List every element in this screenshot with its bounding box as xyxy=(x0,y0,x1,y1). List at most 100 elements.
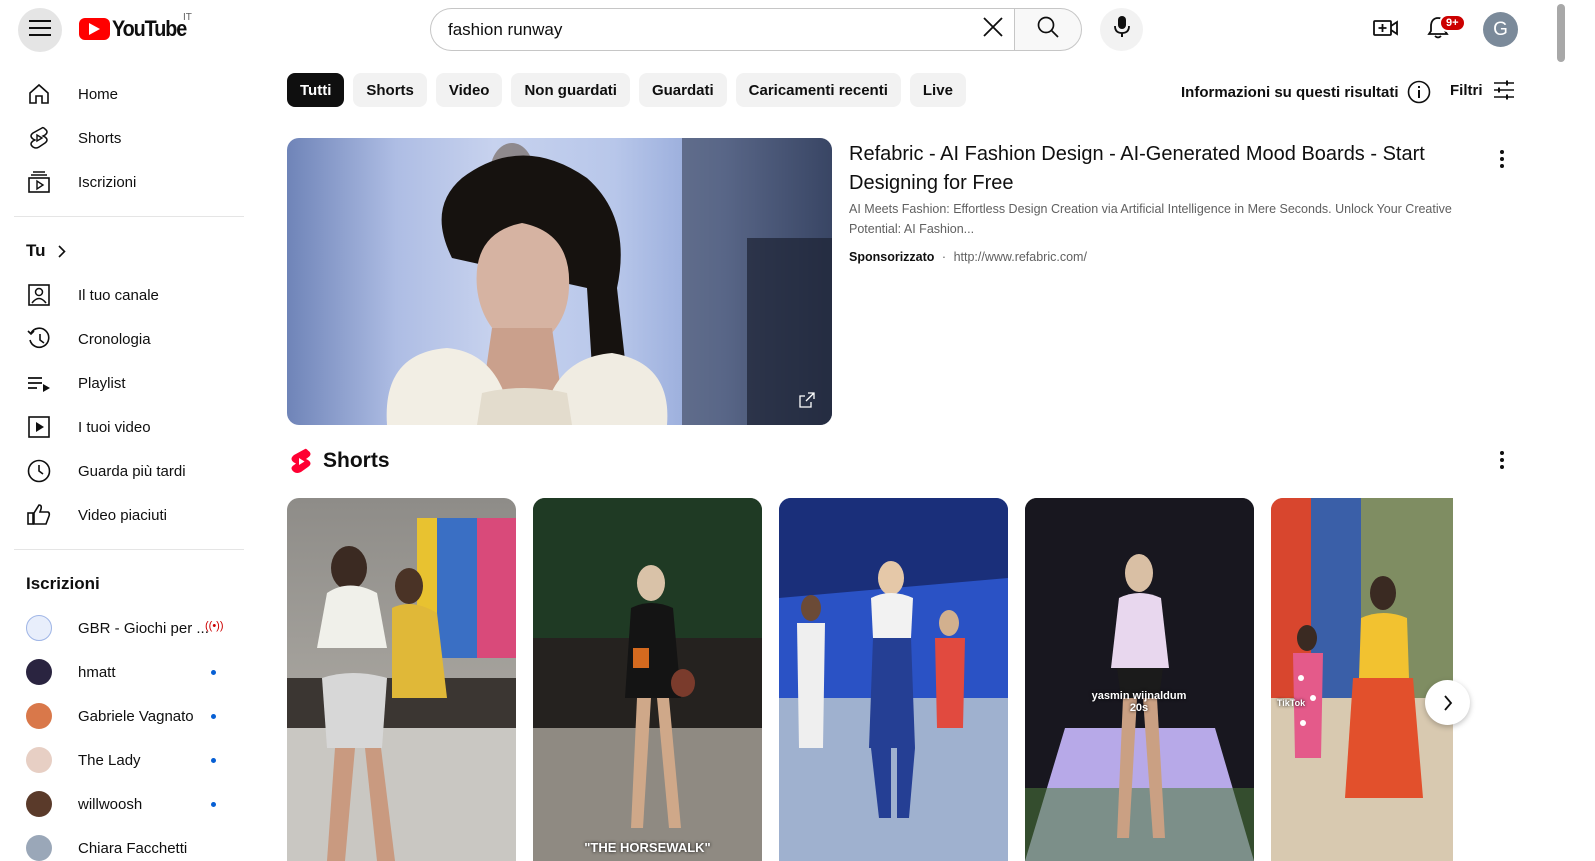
subscription-item[interactable]: Gabriele Vagnato xyxy=(0,694,245,738)
sidebar: Home Shorts Iscrizioni Tu Il tuo canale … xyxy=(0,72,245,861)
chevron-right-icon xyxy=(57,244,66,258)
chip-recently-uploaded[interactable]: Caricamenti recenti xyxy=(735,73,901,107)
external-link-icon xyxy=(799,392,815,413)
subscriptions-section-title: Iscrizioni xyxy=(26,574,100,593)
create-button[interactable] xyxy=(1366,10,1406,50)
menu-button[interactable] xyxy=(18,8,62,52)
short-caption: TikTok xyxy=(1276,698,1306,708)
you-section-link[interactable]: Tu xyxy=(0,229,245,273)
short-caption: yasmin wijnaldum 20s xyxy=(1091,690,1187,714)
sidebar-item-subscriptions[interactable]: Iscrizioni xyxy=(0,160,245,204)
subscription-item[interactable]: The Lady xyxy=(0,738,245,782)
about-results-link[interactable]: Informazioni su questi risultati xyxy=(1181,80,1431,104)
sidebar-item-your-videos[interactable]: I tuoi video xyxy=(0,405,245,449)
short-card[interactable] xyxy=(287,498,516,861)
video-add-icon xyxy=(1373,18,1399,43)
subscription-item[interactable]: hmatt xyxy=(0,650,245,694)
sidebar-item-playlist[interactable]: Playlist xyxy=(0,361,245,405)
youtube-logo[interactable]: YouTube IT xyxy=(79,12,194,42)
home-icon xyxy=(26,81,52,107)
channel-name: The Lady xyxy=(78,751,141,769)
filters-button[interactable]: Filtri xyxy=(1450,80,1515,100)
account-avatar[interactable]: G xyxy=(1483,12,1518,47)
search-input[interactable] xyxy=(448,19,974,40)
sidebar-item-history[interactable]: Cronologia xyxy=(0,317,245,361)
page-scrollbar[interactable] xyxy=(1556,0,1566,861)
live-icon: ((•)) xyxy=(205,620,224,632)
notification-badge: 9+ xyxy=(1439,14,1466,32)
shorts-next-button[interactable] xyxy=(1425,680,1470,725)
chip-video[interactable]: Video xyxy=(435,73,503,107)
country-code: IT xyxy=(183,12,192,23)
channel-name: GBR - Giochi per ... xyxy=(78,619,209,637)
shorts-more-button[interactable] xyxy=(1490,450,1514,474)
sidebar-item-shorts[interactable]: Shorts xyxy=(0,116,245,160)
sidebar-item-liked-videos[interactable]: Video piaciuti xyxy=(0,493,245,537)
sponsored-label: Sponsorizzato xyxy=(849,250,935,264)
sidebar-item-label: Cronologia xyxy=(78,330,151,348)
you-section-title: Tu xyxy=(26,241,46,260)
sidebar-item-your-channel[interactable]: Il tuo canale xyxy=(0,273,245,317)
scrollbar-thumb[interactable] xyxy=(1557,4,1565,62)
short-card[interactable]: yasmin wijnaldum 20s xyxy=(1025,498,1254,861)
short-thumbnail xyxy=(1025,498,1254,861)
new-content-dot xyxy=(211,802,216,807)
short-thumbnail xyxy=(1271,498,1453,861)
channel-avatar xyxy=(26,747,52,773)
playlist-icon xyxy=(26,370,52,396)
short-caption: "THE HORSEWALK" xyxy=(584,840,711,855)
short-card[interactable]: "THE HORSEWALK" xyxy=(533,498,762,861)
new-content-dot xyxy=(211,670,216,675)
youtube-play-icon xyxy=(79,18,110,40)
info-icon xyxy=(1407,80,1431,104)
top-bar: YouTube IT 9+ G xyxy=(0,0,1560,60)
channel-name: Chiara Facchetti xyxy=(78,839,188,857)
channel-avatar xyxy=(26,703,52,729)
shorts-icon xyxy=(26,125,52,151)
subscription-item[interactable]: Chiara Facchetti xyxy=(0,826,245,861)
more-vert-icon xyxy=(1500,149,1504,173)
channel-icon xyxy=(26,282,52,308)
short-thumbnail xyxy=(779,498,1008,861)
like-icon xyxy=(26,502,52,528)
chip-live[interactable]: Live xyxy=(909,73,966,107)
short-thumbnail xyxy=(287,518,516,861)
sidebar-item-label: Playlist xyxy=(78,374,126,392)
search-button[interactable] xyxy=(1014,8,1082,51)
ad-more-button[interactable] xyxy=(1490,149,1514,173)
chip-all[interactable]: Tutti xyxy=(287,73,345,107)
shorts-shelf-title: Shorts xyxy=(323,449,390,472)
ad-title[interactable]: Refabric - AI Fashion Design - AI-Genera… xyxy=(849,140,1449,198)
subscription-item[interactable]: willwoosh xyxy=(0,782,245,826)
chip-watched[interactable]: Guardati xyxy=(638,73,727,107)
chip-shorts[interactable]: Shorts xyxy=(353,73,427,107)
sidebar-item-watch-later[interactable]: Guarda più tardi xyxy=(0,449,245,493)
sidebar-item-home[interactable]: Home xyxy=(0,72,245,116)
ad-url[interactable]: http://www.refabric.com/ xyxy=(954,250,1087,264)
subscription-item[interactable]: GBR - Giochi per ... ((•)) xyxy=(0,606,245,650)
shorts-shelf-header: Shorts xyxy=(290,448,390,474)
watch-later-icon xyxy=(26,458,52,484)
sliders-icon xyxy=(1493,80,1515,100)
search-icon xyxy=(1037,16,1059,43)
chip-unwatched[interactable]: Non guardati xyxy=(511,73,630,107)
ad-thumbnail[interactable] xyxy=(287,138,832,425)
short-card[interactable] xyxy=(779,498,1008,861)
voice-search-button[interactable] xyxy=(1100,8,1143,51)
shorts-carousel: "THE HORSEWALK" yasmin wijnaldum 20s Tik… xyxy=(287,498,1453,861)
close-icon xyxy=(982,16,1004,43)
sidebar-item-label: I tuoi video xyxy=(78,418,151,436)
sidebar-item-label: Guarda più tardi xyxy=(78,462,186,480)
search-bar xyxy=(430,8,1082,51)
logo-text: YouTube xyxy=(112,16,187,41)
hamburger-icon xyxy=(29,19,51,41)
clear-search-button[interactable] xyxy=(974,11,1012,49)
channel-avatar xyxy=(26,835,52,861)
about-results-label: Informazioni su questi risultati xyxy=(1181,83,1399,101)
channel-name: hmatt xyxy=(78,663,116,681)
sidebar-item-label: Il tuo canale xyxy=(78,286,159,304)
your-videos-icon xyxy=(26,414,52,440)
more-vert-icon xyxy=(1500,450,1504,474)
new-content-dot xyxy=(211,714,216,719)
short-card[interactable]: TikTok xyxy=(1271,498,1453,861)
